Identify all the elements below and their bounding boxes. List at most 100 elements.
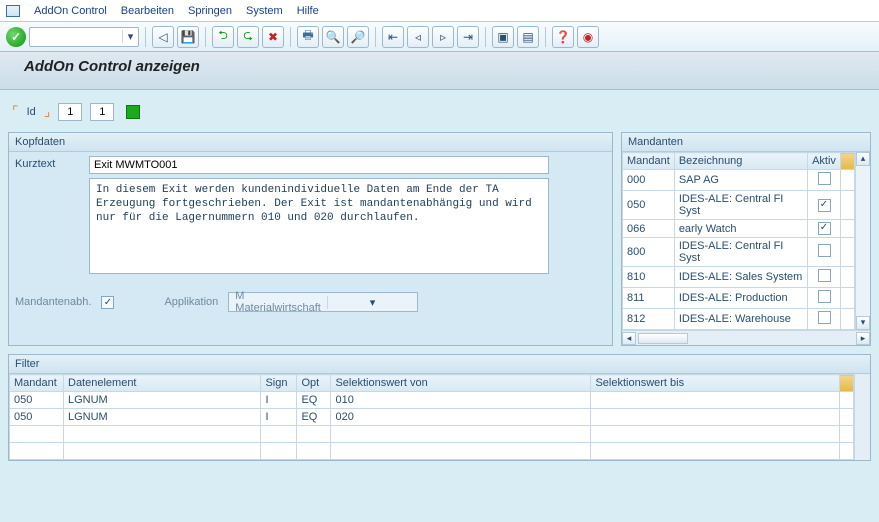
table-row[interactable]: 066early Watch <box>623 220 855 238</box>
table-row[interactable] <box>10 426 854 443</box>
menu-addon-control[interactable]: AddOn Control <box>34 5 107 17</box>
checkbox-icon[interactable] <box>818 269 831 282</box>
print-button[interactable]: 🖶 <box>297 26 319 48</box>
table-settings-button[interactable] <box>840 153 854 170</box>
cell-aktiv[interactable] <box>808 170 841 191</box>
find-next-button[interactable]: 🔎 <box>347 26 369 48</box>
arrow-forward-icon: ⮎ <box>243 26 253 47</box>
cell-spacer <box>840 426 854 443</box>
menu-bearbeiten[interactable]: Bearbeiten <box>121 5 174 17</box>
checkbox-icon[interactable] <box>818 199 831 212</box>
table-row[interactable]: 810IDES-ALE: Sales System <box>623 267 855 288</box>
window-icon <box>6 5 20 17</box>
cell-aktiv[interactable] <box>808 220 841 238</box>
checkbox-icon[interactable] <box>818 290 831 303</box>
scroll-thumb[interactable] <box>638 333 688 344</box>
page-title: AddOn Control anzeigen <box>24 58 867 75</box>
id-1-input[interactable] <box>58 103 82 121</box>
chevron-down-icon: ▾ <box>327 296 417 309</box>
col-selektionswert-bis[interactable]: Selektionswert bis <box>591 375 840 392</box>
table-row[interactable] <box>10 443 854 460</box>
longtext-box[interactable]: In diesem Exit werden kundenindividuelle… <box>89 178 549 274</box>
customize-button[interactable]: ◉ <box>577 26 599 48</box>
cell-aktiv[interactable] <box>808 238 841 267</box>
print-icon: 🖶 <box>302 26 313 47</box>
table-settings-button[interactable] <box>840 375 854 392</box>
checkbox-icon[interactable] <box>818 244 831 257</box>
chevron-down-icon: ▾ <box>122 30 138 43</box>
cell-mandant <box>10 443 64 460</box>
menu-springen[interactable]: Springen <box>188 5 232 17</box>
vertical-scrollbar[interactable]: ▴ ▾ <box>855 152 870 330</box>
checkbox-icon[interactable] <box>818 311 831 324</box>
cell-aktiv[interactable] <box>808 191 841 220</box>
col-opt[interactable]: Opt <box>297 375 331 392</box>
id-2-input[interactable] <box>90 103 114 121</box>
col-selektionswert-von[interactable]: Selektionswert von <box>331 375 591 392</box>
menu-hilfe[interactable]: Hilfe <box>297 5 319 17</box>
cell-mandant <box>10 426 64 443</box>
cell-selv <box>331 426 591 443</box>
cell-aktiv[interactable] <box>808 288 841 309</box>
new-session-button[interactable]: ▣ <box>492 26 514 48</box>
table-row[interactable]: 812IDES-ALE: Warehouse <box>623 309 855 330</box>
cell-sign: I <box>261 392 297 409</box>
scroll-right-button[interactable]: ▸ <box>856 332 870 345</box>
applikation-value: M Materialwirtschaft <box>229 290 327 314</box>
help-button[interactable]: ❓ <box>552 26 574 48</box>
cell-datenelement <box>64 426 261 443</box>
table-row[interactable]: 050LGNUMIEQ020 <box>10 409 854 426</box>
scroll-up-button[interactable]: ▴ <box>856 152 870 166</box>
menu-system[interactable]: System <box>246 5 283 17</box>
command-field[interactable]: ▾ <box>29 27 139 47</box>
scroll-left-button[interactable]: ◂ <box>622 332 636 345</box>
back-button[interactable]: ◁ <box>152 26 174 48</box>
col-aktiv[interactable]: Aktiv <box>808 153 841 170</box>
nav-back-button[interactable]: ⮌ <box>212 26 234 48</box>
save-button[interactable]: 💾 <box>177 26 199 48</box>
cell-aktiv[interactable] <box>808 267 841 288</box>
cell-spacer <box>840 267 854 288</box>
last-page-button[interactable]: ⇥ <box>457 26 479 48</box>
applikation-label: Applikation <box>164 296 218 308</box>
table-row[interactable]: 811IDES-ALE: Production <box>623 288 855 309</box>
menu-bar: AddOn Control Bearbeiten Springen System… <box>0 0 879 22</box>
cell-bezeichnung: SAP AG <box>674 170 807 191</box>
col-datenelement[interactable]: Datenelement <box>64 375 261 392</box>
mandantenabh-label: Mandantenabh. <box>15 296 91 308</box>
cell-selb <box>591 426 840 443</box>
checkbox-icon[interactable] <box>818 222 831 235</box>
next-page-button[interactable]: ▹ <box>432 26 454 48</box>
cell-spacer <box>840 170 854 191</box>
kurztext-input[interactable] <box>89 156 549 174</box>
cancel-button[interactable]: ✖ <box>262 26 284 48</box>
enter-button[interactable]: ✓ <box>6 27 26 47</box>
first-page-button[interactable]: ⇤ <box>382 26 404 48</box>
cell-aktiv[interactable] <box>808 309 841 330</box>
prev-page-button[interactable]: ◃ <box>407 26 429 48</box>
cell-selv: 020 <box>331 409 591 426</box>
col-mandant[interactable]: Mandant <box>623 153 675 170</box>
col-mandant[interactable]: Mandant <box>10 375 64 392</box>
table-row[interactable]: 800IDES-ALE: Central FI Syst <box>623 238 855 267</box>
mandantenabh-checkbox[interactable]: ✓ <box>101 296 114 309</box>
table-row[interactable]: 050LGNUMIEQ010 <box>10 392 854 409</box>
col-sign[interactable]: Sign <box>261 375 297 392</box>
scroll-down-button[interactable]: ▾ <box>856 316 870 330</box>
checkbox-icon[interactable] <box>818 172 831 185</box>
toolbar-separator <box>290 27 291 47</box>
horizontal-scrollbar[interactable]: ◂ ▸ <box>622 330 870 345</box>
table-row[interactable]: 050IDES-ALE: Central FI Syst <box>623 191 855 220</box>
vertical-scrollbar[interactable] <box>854 374 870 460</box>
shortcut-button[interactable]: ▤ <box>517 26 539 48</box>
col-bezeichnung[interactable]: Bezeichnung <box>674 153 807 170</box>
table-row[interactable]: 000SAP AG <box>623 170 855 191</box>
cell-spacer <box>840 443 854 460</box>
find-button[interactable]: 🔍 <box>322 26 344 48</box>
cell-mandant: 810 <box>623 267 675 288</box>
nav-forward-button[interactable]: ⮎ <box>237 26 259 48</box>
bracket-left-icon: ⌜ <box>12 103 19 120</box>
cell-opt <box>297 443 331 460</box>
toolbar-separator <box>485 27 486 47</box>
applikation-select[interactable]: M Materialwirtschaft ▾ <box>228 292 418 312</box>
